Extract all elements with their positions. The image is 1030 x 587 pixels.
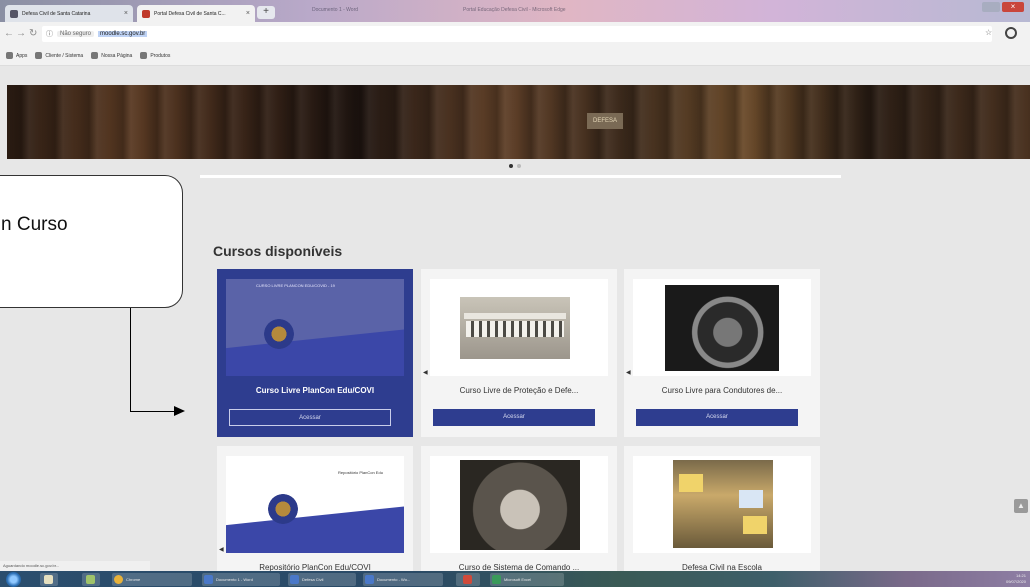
excel-icon — [492, 575, 501, 584]
background-window-title: Portal Educação Defesa Civil - Microsoft… — [463, 7, 566, 13]
scroll-to-top-button[interactable]: ▲ — [1014, 499, 1028, 513]
bookmark-icon — [35, 52, 43, 59]
browser-tab[interactable]: Defesa Civil de Santa Catarina × — [5, 5, 133, 22]
access-course-button[interactable]: Acessar — [229, 409, 391, 426]
course-thumbnail — [430, 279, 608, 376]
site-favicon-icon — [142, 9, 150, 18]
browser-status-bar: Aguardando moodle.sc.gov.br... — [0, 561, 150, 571]
course-card[interactable]: ◀ Curso Livre para Condutores de... Aces… — [624, 269, 820, 437]
course-card[interactable]: CURSO LIVRE PLANCON EDU/COVID - 19 Curso… — [217, 269, 413, 437]
section-title: Cursos disponíveis — [213, 243, 343, 259]
security-label: Não seguro — [57, 31, 95, 37]
bookmark-item[interactable]: Produtos — [140, 52, 170, 59]
screen: Defesa Civil de Santa Catarina × Portal … — [0, 0, 1030, 587]
course-title[interactable]: Curso Livre PlanCon Edu/COVI — [223, 386, 407, 395]
audio-icon: ◀ — [219, 547, 224, 553]
bookmark-star-icon[interactable]: ☆ — [985, 28, 992, 37]
arrow-icon — [174, 406, 185, 416]
callout-text: n Curso — [1, 214, 68, 235]
background-window-title: Documento 1 - Word — [312, 7, 359, 13]
taskbar-item[interactable]: Defesa Civil — [288, 573, 356, 586]
bookmark-icon — [140, 52, 148, 59]
access-course-button[interactable]: Acessar — [433, 409, 595, 426]
callout-connector — [130, 308, 131, 412]
course-thumbnail: CURSO LIVRE PLANCON EDU/COVID - 19 — [226, 279, 404, 376]
bookmark-item[interactable]: Apps — [6, 52, 27, 59]
taskbar-item[interactable]: Documento - Wo... — [363, 573, 443, 586]
chrome-icon — [114, 575, 123, 584]
taskbar-pinned-item[interactable] — [40, 573, 58, 586]
hero-banner-image: DEFESA — [7, 85, 1030, 159]
browser-tab-bar: Defesa Civil de Santa Catarina × Portal … — [0, 0, 1030, 22]
course-title[interactable]: Curso Livre de Proteção e Defe... — [427, 386, 611, 395]
carousel-dot[interactable] — [509, 164, 513, 168]
content-divider — [200, 175, 841, 178]
course-thumbnail — [430, 456, 608, 553]
taskbar-item[interactable]: Documento 1 - Word — [202, 573, 280, 586]
course-thumbnail: Repositório PlanCon Edu — [226, 456, 404, 553]
new-tab-button[interactable]: + — [257, 6, 275, 19]
bookmark-item[interactable]: Nossa Página — [91, 52, 132, 59]
windows-taskbar: Chrome Documento 1 - Word Defesa Civil D… — [0, 571, 1030, 587]
app-icon — [86, 575, 95, 584]
bookmarks-bar: Apps Cliente / Sistema Nossa Página Prod… — [0, 46, 1030, 66]
app-icon — [463, 575, 472, 584]
start-button[interactable] — [6, 572, 21, 587]
forward-icon[interactable]: → — [16, 28, 26, 39]
explorer-icon — [44, 575, 53, 584]
audio-icon: ◀ — [626, 370, 631, 376]
site-favicon-icon — [10, 9, 18, 18]
course-title[interactable]: Curso Livre para Condutores de... — [630, 386, 814, 395]
access-course-button[interactable]: Acessar — [636, 409, 798, 426]
callout-connector — [130, 411, 176, 412]
taskbar-clock: 14:21 09/07/2020 — [1005, 573, 1026, 584]
course-thumbnail — [633, 456, 811, 553]
close-tab-icon[interactable]: × — [246, 10, 250, 17]
banner-sign: DEFESA — [587, 113, 623, 129]
course-thumbnail — [633, 279, 811, 376]
info-icon[interactable]: ⓘ — [46, 29, 53, 39]
course-card[interactable]: Repositório PlanCon Edu ◀ Repositório Pl… — [217, 446, 413, 572]
url-text[interactable]: moodle.sc.gov.br — [98, 31, 148, 37]
reload-icon[interactable]: ↻ — [29, 28, 37, 39]
apps-icon — [6, 52, 13, 59]
taskbar-item[interactable]: Microsoft Excel — [490, 573, 564, 586]
address-bar[interactable]: ⓘ Não seguro moodle.sc.gov.br — [42, 26, 992, 42]
back-icon[interactable]: ← — [4, 28, 14, 39]
word-icon — [204, 575, 213, 584]
course-card[interactable]: Defesa Civil na Escola — [624, 446, 820, 572]
browser-toolbar: ← → ↻ ⓘ Não seguro moodle.sc.gov.br ☆ — [0, 22, 1030, 46]
annotation-callout: n Curso — [0, 175, 183, 308]
taskbar-item[interactable] — [456, 573, 480, 586]
taskbar-item[interactable]: Chrome — [112, 573, 192, 586]
bookmark-item[interactable]: Cliente / Sistema — [35, 52, 83, 59]
course-card[interactable]: Curso de Sistema de Comando ... — [421, 446, 617, 572]
carousel-dot[interactable] — [517, 164, 521, 168]
audio-icon: ◀ — [423, 370, 428, 376]
taskbar-pinned-item[interactable] — [82, 573, 100, 586]
course-card[interactable]: ◀ Curso Livre de Proteção e Defe... Aces… — [421, 269, 617, 437]
page-content: DEFESA ▲ Cursos disponíveis CURSO LIVRE … — [0, 66, 1030, 572]
word-icon — [365, 575, 374, 584]
browser-tab-active[interactable]: Portal Defesa Civil de Santa C... × — [137, 5, 255, 22]
profile-icon[interactable] — [1005, 27, 1017, 39]
carousel-dots — [509, 164, 521, 168]
close-window-button[interactable]: × — [1002, 2, 1024, 12]
close-tab-icon[interactable]: × — [124, 10, 128, 17]
bookmark-icon — [91, 52, 99, 59]
word-icon — [290, 575, 299, 584]
minimize-button[interactable] — [982, 2, 1000, 12]
